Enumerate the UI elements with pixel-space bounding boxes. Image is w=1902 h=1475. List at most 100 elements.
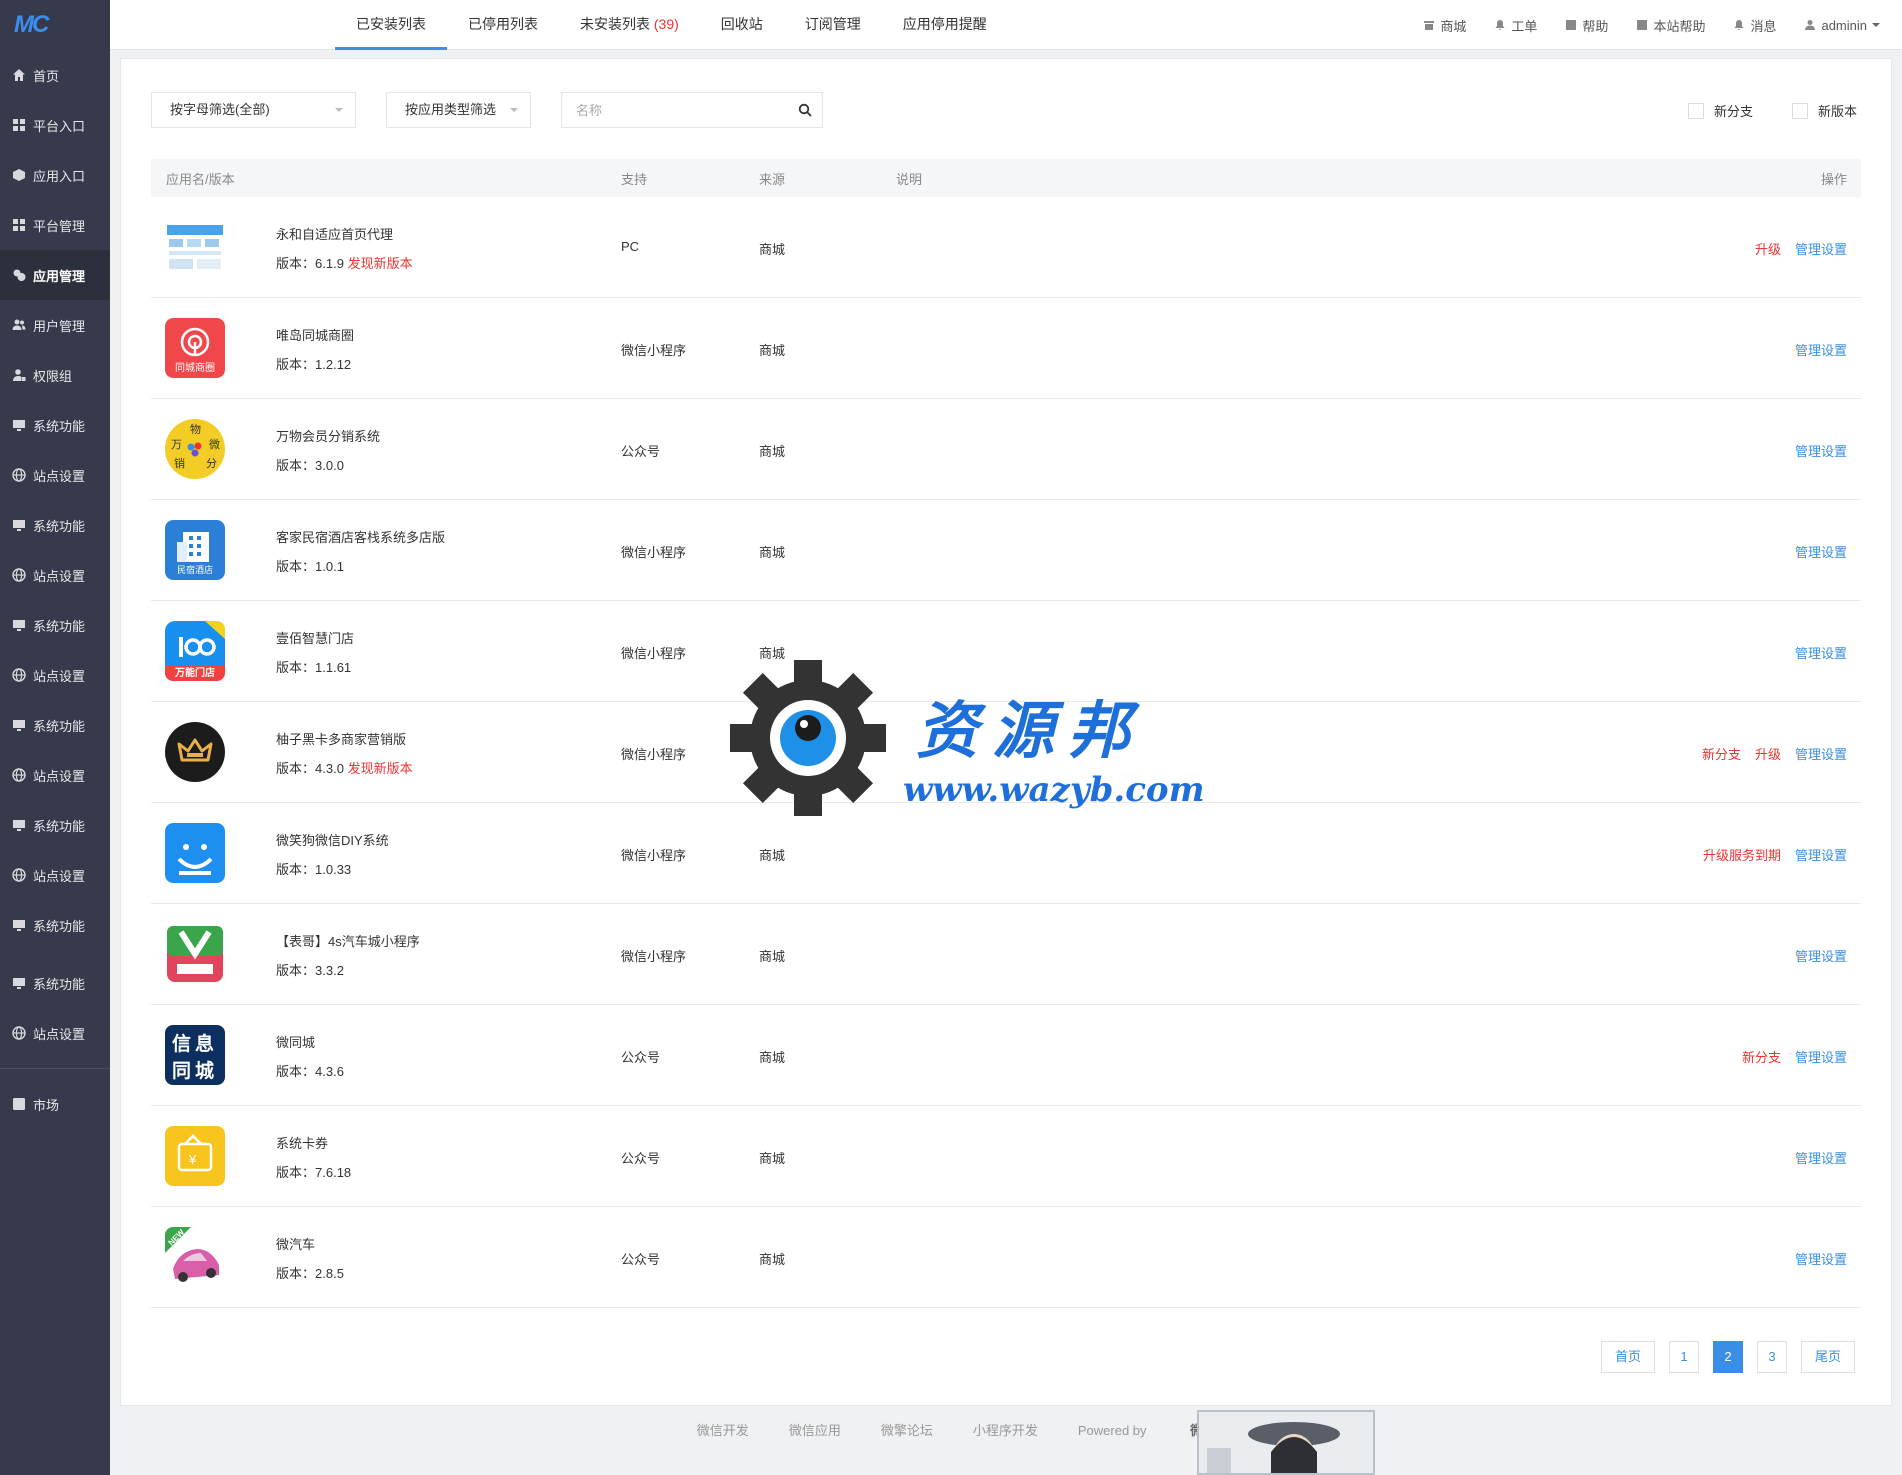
pager-page[interactable]: 1 [1668,1341,1699,1373]
row-action-0[interactable]: 管理设置 [1795,946,1847,965]
row-action-0[interactable]: 管理设置 [1795,542,1847,561]
sidebar-item-8[interactable]: 站点设置 [0,450,110,500]
footer-link[interactable]: 微信应用 [789,1420,841,1460]
row-actions: 管理设置 [1781,1148,1847,1167]
sidebar-item-1[interactable]: 平台入口 [0,100,110,150]
sidebar-item-6[interactable]: 权限组 [0,350,110,400]
sidebar-item-4[interactable]: 应用管理 [0,250,110,300]
sidebar-item-5[interactable]: 用户管理 [0,300,110,350]
search-input[interactable] [562,93,782,127]
version-prefix: 版本： [276,1165,316,1180]
row-action-0[interactable]: 新分支 [1702,744,1741,763]
sidebar-item-market[interactable]: 市场 [0,1079,110,1129]
row-action-0[interactable]: 管理设置 [1795,1249,1847,1268]
row-action-0[interactable]: 升级 [1755,239,1781,258]
sidebar-item-7[interactable]: 系统功能 [0,400,110,450]
topnav-shop-label: 商城 [1440,18,1467,34]
sidebar-item-label: 平台管理 [33,218,86,234]
new-version-link[interactable]: 发现新版本 [348,256,413,271]
topnav-ticket[interactable]: 工单 [1494,16,1537,35]
footer-link[interactable]: 小程序开发 [973,1420,1038,1460]
app-support: 微信小程序 [621,747,687,762]
sidebar-item-14[interactable]: 站点设置 [0,750,110,800]
letter-filter-value: 按字母筛选(全部) [170,102,270,117]
sidebar-item-9[interactable]: 系统功能 [0,500,110,550]
sidebar-item-2[interactable]: 应用入口 [0,150,110,200]
app-source: 商城 [759,646,786,661]
footer-link[interactable]: 微信开发 [697,1420,749,1460]
row-action-0[interactable]: 管理设置 [1795,1148,1847,1167]
sidebar-item-18[interactable]: 系统功能 [0,958,110,1008]
globe-icon [12,1026,26,1040]
sidebar-item-label: 系统功能 [33,818,86,834]
checkbox-box[interactable] [1688,102,1704,119]
pager-last[interactable]: 尾页 [1800,1341,1855,1373]
row-action-0[interactable]: 管理设置 [1795,441,1847,460]
sidebar-item-10[interactable]: 站点设置 [0,550,110,600]
icon-char: 息 [195,1034,215,1055]
app-support: 公众号 [621,1252,661,1267]
tab-5[interactable]: 应用停用提醒 [882,0,1008,50]
sidebar-item-0[interactable]: 首页 [0,50,110,100]
new-branch-checkbox[interactable]: 新分支 [1688,101,1753,120]
app-version: 版本：7.6.18 [276,1162,351,1181]
app-source: 商城 [759,1050,786,1065]
app-title: 微同城 [276,1035,316,1050]
footer: 微信开发微信应用微擎论坛小程序开发Powered by 微擎 v2.1.0 [110,1420,1902,1460]
pager-page[interactable]: 2 [1712,1341,1743,1373]
app-version: 版本：3.0.0 [276,455,344,474]
letter-filter-select[interactable]: 按字母筛选(全部) [151,92,356,128]
version-prefix: 版本： [276,357,316,372]
app-icon: ¥ [165,1126,225,1186]
new-version-checkbox[interactable]: 新版本 [1792,101,1857,120]
row-action-1[interactable]: 管理设置 [1795,1047,1847,1066]
type-filter-select[interactable]: 按应用类型筛选 [386,92,531,128]
chevron-down-icon [510,108,518,112]
sidebar-item-13[interactable]: 系统功能 [0,700,110,750]
tab-label: 应用停用提醒 [902,16,987,32]
top-bar: 已安装列表 已停用列表 未安装列表 (39) 回收站 订阅管理 应用停用提醒 商城 工单 … [110,0,1902,50]
sidebar-item-12[interactable]: 站点设置 [0,650,110,700]
sidebar-item-17[interactable]: 系统功能 [0,900,110,950]
row-action-1[interactable]: 管理设置 [1795,845,1847,864]
version-number: 7.6.18 [315,1165,352,1180]
row-action-2[interactable]: 管理设置 [1795,744,1847,763]
tab-2[interactable]: 未安装列表 (39) [559,0,700,50]
tab-3[interactable]: 回收站 [700,0,784,50]
user-menu[interactable]: adminin [1804,18,1880,33]
row-action-0[interactable]: 管理设置 [1795,340,1847,359]
topnav-help[interactable]: 帮助 [1565,16,1608,35]
row-action-0[interactable]: 升级服务到期 [1703,845,1781,864]
app-title: 唯岛同城商圈 [276,328,355,343]
shop-icon [1424,21,1435,30]
checkbox-box[interactable] [1792,102,1808,119]
logo[interactable]: MC [0,0,110,50]
tab-4[interactable]: 订阅管理 [784,0,882,50]
sidebar-item-15[interactable]: 系统功能 [0,800,110,850]
search-icon[interactable] [798,103,812,117]
topnav-site-help[interactable]: 本站帮助 [1636,16,1705,35]
new-version-link[interactable]: 发现新版本 [348,761,413,776]
sidebar-item-label: 站点设置 [33,768,86,784]
app-version: 版本：1.1.61 [276,657,351,676]
sidebar-item-label: 市场 [33,1097,60,1113]
monitor-icon [12,518,26,532]
sidebar-item-11[interactable]: 系统功能 [0,600,110,650]
sidebar-item-3[interactable]: 平台管理 [0,200,110,250]
row-action-0[interactable]: 新分支 [1742,1047,1781,1066]
sidebar-item-16[interactable]: 站点设置 [0,850,110,900]
pager-first[interactable]: 首页 [1600,1341,1655,1373]
sidebar-item-label: 站点设置 [33,668,86,684]
topnav-message[interactable]: 消息 [1733,16,1776,35]
footer-link[interactable]: 微擎论坛 [881,1420,933,1460]
tab-0[interactable]: 已安装列表 [335,0,447,50]
pager-page[interactable]: 3 [1756,1341,1787,1373]
row-action-1[interactable]: 升级 [1755,744,1781,763]
topnav-shop[interactable]: 商城 [1423,16,1466,35]
tab-1[interactable]: 已停用列表 [447,0,559,50]
app-icon [165,722,225,782]
app-version: 版本：4.3.0 发现新版本 [276,758,413,777]
row-action-0[interactable]: 管理设置 [1795,643,1847,662]
row-action-1[interactable]: 管理设置 [1795,239,1847,258]
sidebar-item-19[interactable]: 站点设置 [0,1008,110,1058]
